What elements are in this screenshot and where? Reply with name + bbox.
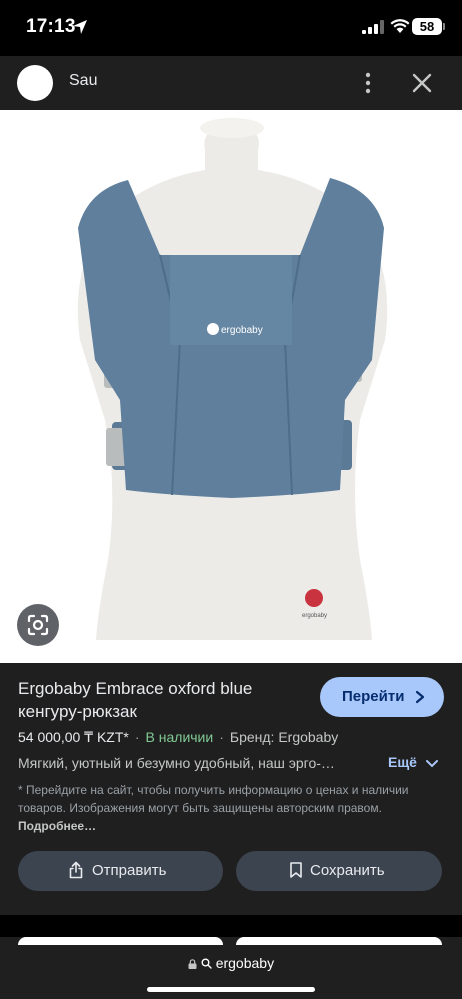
meta-separator: · — [134, 729, 140, 745]
location-arrow-icon — [73, 20, 87, 34]
learn-more-link[interactable]: Подробнее… — [18, 819, 96, 833]
signal-icon — [362, 20, 384, 34]
save-button[interactable]: Сохранить — [236, 851, 442, 891]
address-bar[interactable]: ergobaby — [0, 955, 462, 971]
browser-bottom-bar: ergobaby — [0, 937, 462, 999]
share-button[interactable]: Отправить — [18, 851, 223, 891]
visit-button[interactable]: Перейти — [320, 677, 444, 717]
close-icon[interactable] — [410, 71, 434, 95]
wifi-icon — [390, 19, 410, 33]
carrier-logo: ergobaby — [221, 325, 263, 336]
status-bar: 17:13 58 — [0, 0, 462, 56]
url-text: ergobaby — [215, 955, 275, 971]
product-info-panel: Ergobaby Embrace oxford blue кенгуру-рюк… — [0, 663, 462, 915]
chevron-down-icon[interactable] — [426, 759, 438, 769]
brand: Бренд: Ergobaby — [229, 729, 339, 745]
disclaimer-text: * Перейдите на сайт, чтобы получить инфо… — [18, 783, 409, 815]
lens-icon — [27, 614, 49, 636]
viewer-header: Sau — [0, 56, 462, 110]
tag-logo: ergobaby — [302, 613, 327, 619]
product-title[interactable]: Ergobaby Embrace oxford blue кенгуру-рюк… — [18, 677, 308, 723]
product-image[interactable]: ergobaby ergobaby — [0, 110, 462, 663]
product-meta: 54 000,00 ₸ KZT* · В наличии · Бренд: Ergoba… — [18, 729, 338, 746]
search-icon — [201, 958, 212, 969]
battery-icon: 58 — [412, 18, 442, 35]
share-button-label: Отправить — [92, 862, 167, 879]
bookmark-icon — [290, 862, 302, 878]
home-indicator — [147, 987, 315, 992]
save-button-label: Сохранить — [310, 862, 385, 879]
source-avatar[interactable] — [17, 65, 53, 101]
lock-icon — [188, 959, 197, 969]
result-card[interactable] — [18, 937, 223, 945]
section-divider — [0, 915, 462, 937]
product-description: Мягкий, уютный и безумно удобный, наш эр… — [18, 755, 335, 771]
more-vert-icon[interactable] — [360, 71, 376, 95]
visit-button-label: Перейти — [342, 688, 405, 705]
meta-separator: · — [219, 729, 224, 745]
price: 54 000,00 ₸ KZT* — [18, 729, 129, 745]
status-time: 17:13 — [26, 16, 76, 37]
result-card[interactable] — [236, 937, 442, 945]
battery-tip — [443, 23, 445, 30]
availability: В наличии — [145, 729, 214, 745]
lens-button[interactable] — [17, 604, 59, 646]
disclaimer: * Перейдите на сайт, чтобы получить инфо… — [18, 781, 448, 835]
more-button[interactable]: Ещё — [388, 754, 417, 770]
baby-carrier-photo: ergobaby ergobaby — [77, 118, 388, 640]
share-icon — [69, 861, 83, 879]
source-name[interactable]: Sau — [69, 72, 97, 90]
chevron-right-icon — [415, 690, 425, 704]
